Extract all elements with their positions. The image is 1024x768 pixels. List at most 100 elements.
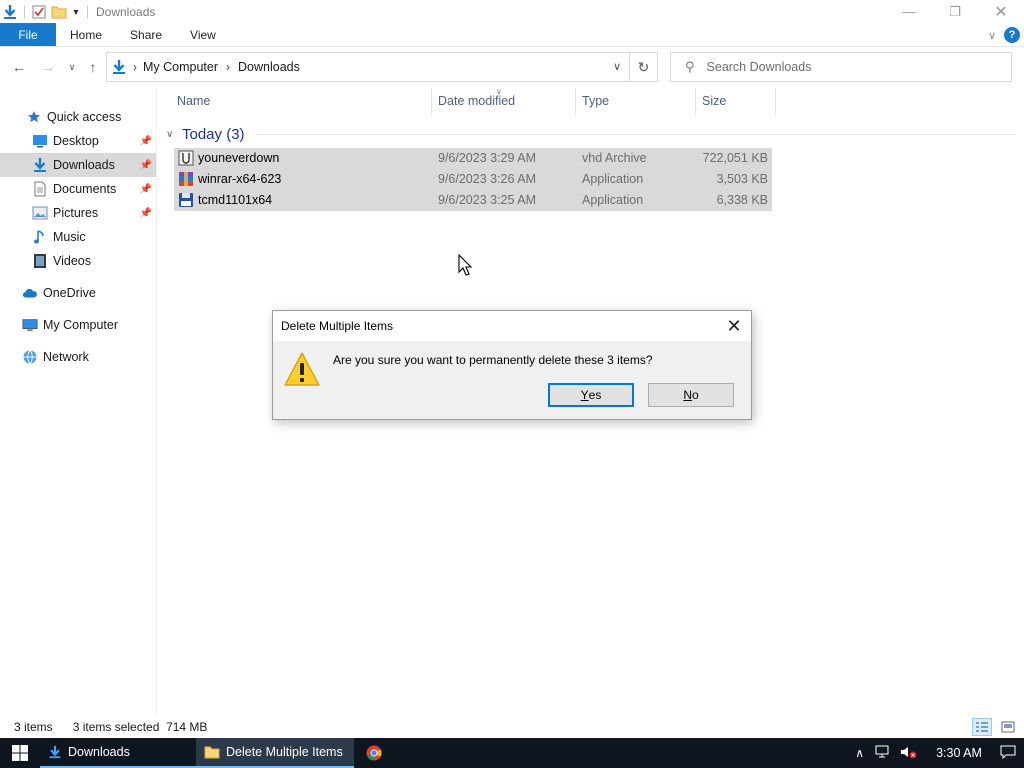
tab-view[interactable]: View [176,23,230,46]
breadcrumb-my-computer[interactable]: My Computer [143,60,218,74]
download-icon [32,157,48,173]
sidebar-item-label: Downloads [53,158,115,172]
download-arrow-icon[interactable] [2,4,18,20]
minimize-icon[interactable]: — [886,0,932,23]
dialog-message: Are you sure you want to permanently del… [333,353,653,367]
file-type: Application [582,193,644,207]
sidebar-item-documents[interactable]: Documents 📌 [0,177,156,201]
item-count: 3 items [14,719,53,734]
search-placeholder: Search Downloads [706,60,812,74]
warning-icon [283,351,321,387]
properties-icon[interactable] [31,4,47,20]
pictures-icon [32,205,48,221]
pin-icon[interactable]: 📌 [140,160,152,171]
pin-icon[interactable]: 📌 [140,136,152,147]
large-icons-view-icon[interactable] [998,718,1018,736]
group-header-today[interactable]: ∨ Today (3) [166,124,1016,144]
sidebar-item-pictures[interactable]: Pictures 📌 [0,201,156,225]
window-title: Downloads [96,4,156,19]
volume-muted-icon[interactable] [900,745,918,762]
taskbar-app-downloads[interactable]: Downloads [40,738,196,768]
sidebar-item-label: My Computer [43,318,119,332]
file-row[interactable]: tcmd1101x64 9/6/2023 3:25 AM Application… [174,190,772,211]
status-bar: 3 items 3 items selected 714 MB [0,715,1024,738]
customize-qat-icon[interactable]: ▼ [71,4,81,20]
system-tray: ∧ 3:30 AM [855,738,1024,768]
view-switcher [972,715,1018,738]
sidebar-item-videos[interactable]: Videos [0,249,156,273]
sidebar-item-music[interactable]: Music [0,225,156,249]
file-name: tcmd1101x64 [198,193,273,207]
tab-share[interactable]: Share [116,23,176,46]
group-label: Today (3) [182,125,245,143]
show-hidden-icons-icon[interactable]: ∧ [855,746,864,760]
address-bar[interactable]: › My Computer › Downloads ∨ [106,52,630,82]
restore-icon[interactable]: ❐ [932,0,978,23]
dialog-close-icon[interactable]: ✕ [721,313,747,339]
sidebar-item-label: Videos [53,254,91,268]
sidebar-item-label: Quick access [47,110,122,124]
file-row[interactable]: youneverdown 9/6/2023 3:29 AM vhd Archiv… [174,148,772,169]
taskbar-app-delete-dialog[interactable]: Delete Multiple Items [196,738,354,768]
floppy-app-icon [178,192,194,208]
pin-icon[interactable]: 📌 [140,208,152,219]
mouse-cursor-icon [458,253,473,279]
pin-icon[interactable]: 📌 [140,184,152,195]
sidebar-item-label: OneDrive [43,286,96,300]
column-header-date-modified[interactable]: Date modified ∨ [432,87,576,115]
cloud-icon [22,285,38,301]
sidebar-item-onedrive[interactable]: OneDrive [0,281,156,305]
no-button[interactable]: No [648,383,734,407]
quick-access-toolbar: ▼ Downloads [0,0,155,23]
collapse-group-icon[interactable]: ∨ [166,129,176,140]
details-view-icon[interactable] [972,717,992,736]
sidebar-item-network[interactable]: Network [0,345,156,369]
up-arrow-icon[interactable]: ↑ [83,57,103,77]
address-dropdown-icon[interactable]: ∨ [613,60,621,73]
group-divider [254,133,1016,135]
file-row[interactable]: winrar-x64-623 9/6/2023 3:26 AM Applicat… [174,169,772,190]
back-arrow-icon[interactable]: ← [9,57,29,77]
tab-file[interactable]: File [0,23,56,46]
expand-ribbon-icon[interactable]: ∨ [988,29,996,42]
sidebar-item-label: Network [43,350,89,364]
file-size: 6,338 KB [716,193,768,207]
toolbar-divider [24,4,25,19]
recent-locations-icon[interactable]: ∨ [62,57,82,77]
file-date: 9/6/2023 3:26 AM [438,172,536,186]
refresh-icon[interactable]: ↻ [630,52,658,82]
sidebar-item-quick-access[interactable]: Quick access [0,105,156,129]
sidebar-item-my-computer[interactable]: My Computer [0,313,156,337]
close-icon[interactable]: ✕ [978,0,1024,23]
yes-accelerator: Y [580,388,589,402]
sidebar-item-desktop[interactable]: Desktop 📌 [0,129,156,153]
file-size: 3,503 KB [716,172,768,186]
new-folder-icon[interactable] [51,4,67,20]
column-header-name[interactable]: Name [171,87,432,115]
window-controls: — ❐ ✕ [886,0,1024,23]
clock[interactable]: 3:30 AM [928,746,990,760]
videos-icon [32,253,48,269]
archive-file-icon [178,150,194,166]
sort-indicator-icon: ∨ [496,87,502,96]
column-header-size[interactable]: Size [696,87,776,115]
breadcrumb-downloads[interactable]: Downloads [238,60,300,74]
forward-arrow-icon[interactable]: → [38,57,58,77]
start-button[interactable] [0,738,40,768]
network-status-icon[interactable] [874,745,890,762]
yes-button[interactable]: Yes [548,383,634,407]
notification-center-icon[interactable] [1000,745,1016,762]
column-header-type[interactable]: Type [576,87,696,115]
breadcrumb-chevron-icon[interactable]: › [226,60,230,74]
sidebar-item-downloads[interactable]: Downloads 📌 [0,153,156,177]
folder-icon [204,745,220,759]
taskbar-app-chrome[interactable] [354,738,394,768]
search-input[interactable]: ⚲ Search Downloads [670,52,1012,82]
winrar-app-icon [178,171,194,187]
yes-label-rest: es [588,388,602,402]
tab-home[interactable]: Home [56,23,116,46]
help-icon[interactable]: ? [1004,27,1020,43]
no-label-rest: o [691,388,699,402]
sidebar-item-label: Documents [53,182,117,196]
breadcrumb-chevron-icon[interactable]: › [133,60,137,74]
